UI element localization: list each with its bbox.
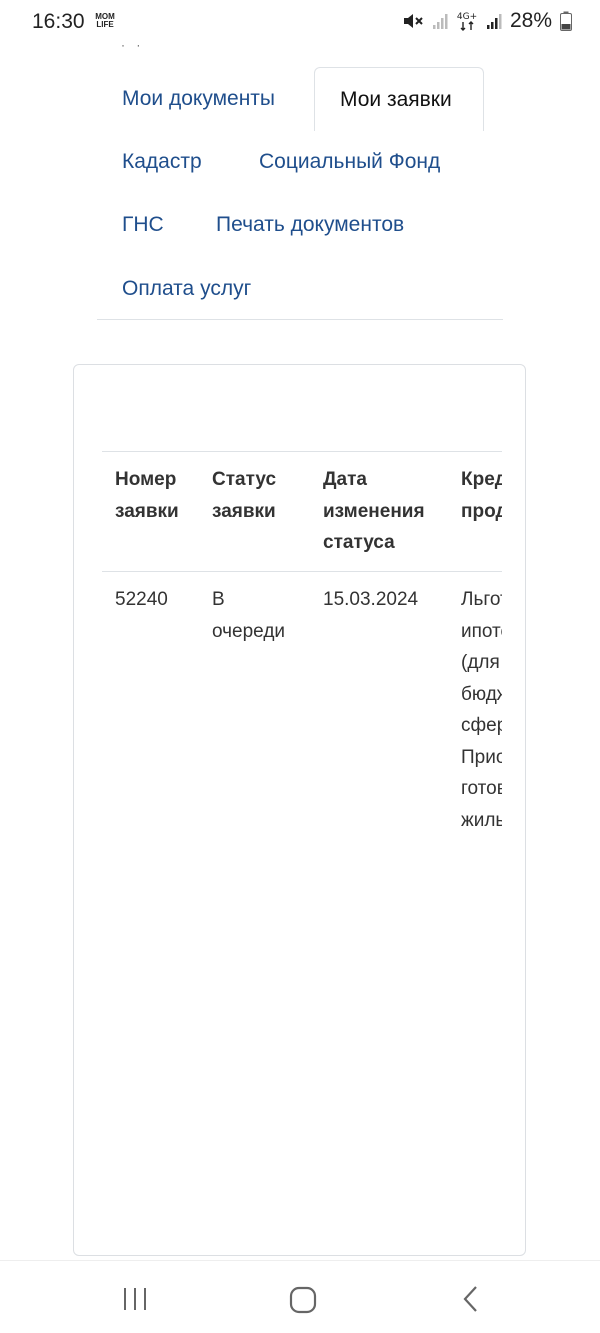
battery-icon [560, 11, 572, 31]
tab-my-applications[interactable]: Мои заявки [314, 67, 484, 131]
cell-credit-product: Льготная ипотека (для бюджетной сферы) П… [461, 589, 502, 831]
system-nav-bar [0, 1260, 600, 1333]
cell-date: 15.03.2024 [323, 589, 419, 610]
applications-table[interactable]: Номер заявки Статус заявки Дата изменени… [102, 451, 502, 851]
battery-percent: 28% [509, 9, 552, 32]
tab-my-documents[interactable]: Мои документы [122, 87, 275, 111]
back-icon[interactable] [461, 1285, 481, 1313]
network-type-icon: 4G+ [457, 12, 477, 31]
mute-icon [403, 14, 423, 28]
cell-application-number: 52240 [115, 589, 168, 610]
header-credit-product: Кредитный продукт [461, 469, 502, 522]
header-application-number: Номер заявки [115, 469, 179, 522]
header-application-status: Статус заявки [212, 469, 277, 522]
recent-apps-icon[interactable] [122, 1287, 148, 1311]
header-bottom-border [102, 571, 502, 572]
table-top-border [102, 451, 502, 452]
tab-cadastre[interactable]: Кадастр [122, 150, 202, 174]
home-icon[interactable] [289, 1286, 317, 1314]
clipped-header-remnant: · · [121, 38, 145, 52]
header-status-change-date: Дата изменения статуса [323, 469, 425, 553]
tab-social-fund[interactable]: Социальный Фонд [259, 150, 440, 174]
tab-payment-services[interactable]: Оплата услуг [122, 277, 251, 301]
tab-my-applications-label: Мои заявки [340, 88, 452, 111]
tab-gns[interactable]: ГНС [122, 213, 164, 237]
app-notification-icon: MOM LIFE [95, 12, 115, 29]
signal-icon-1 [432, 14, 448, 29]
signal-icon-2 [486, 14, 502, 29]
tab-print-documents[interactable]: Печать документов [216, 213, 404, 237]
cell-status: В очереди [212, 589, 286, 642]
status-time: 16:30 [32, 10, 85, 33]
status-bar: 16:30 MOM LIFE 4G+ 28% [0, 0, 600, 44]
tabs-divider [97, 319, 503, 320]
svg-text:4G+: 4G+ [457, 12, 477, 22]
